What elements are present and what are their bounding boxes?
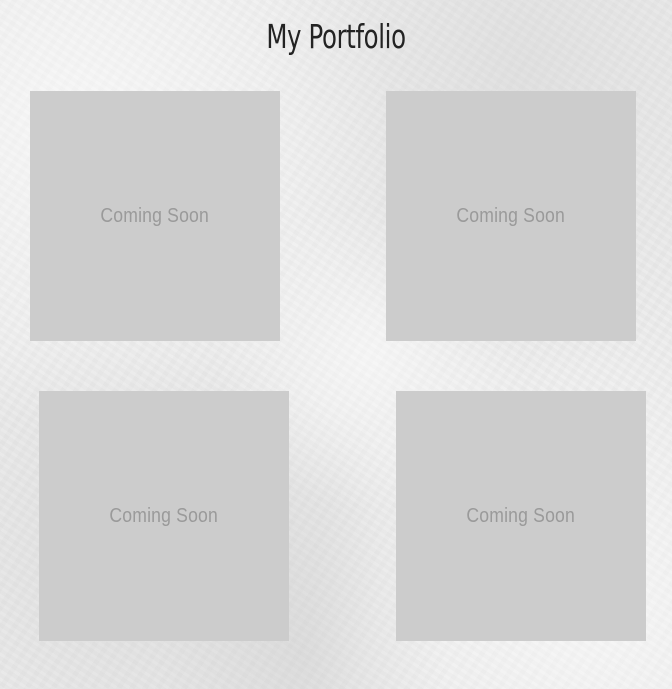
portfolio-item-2[interactable]: Coming Soon xyxy=(386,91,636,341)
portfolio-item-1[interactable]: Coming Soon xyxy=(30,91,280,341)
portfolio-item-label: Coming Soon xyxy=(466,504,576,527)
portfolio-item-label: Coming Soon xyxy=(100,204,210,227)
portfolio-item-3[interactable]: Coming Soon xyxy=(39,391,289,641)
portfolio-item-label: Coming Soon xyxy=(456,204,566,227)
portfolio-item-4[interactable]: Coming Soon xyxy=(396,391,646,641)
portfolio-item-label: Coming Soon xyxy=(109,504,219,527)
page-title: My Portfolio xyxy=(266,17,406,56)
